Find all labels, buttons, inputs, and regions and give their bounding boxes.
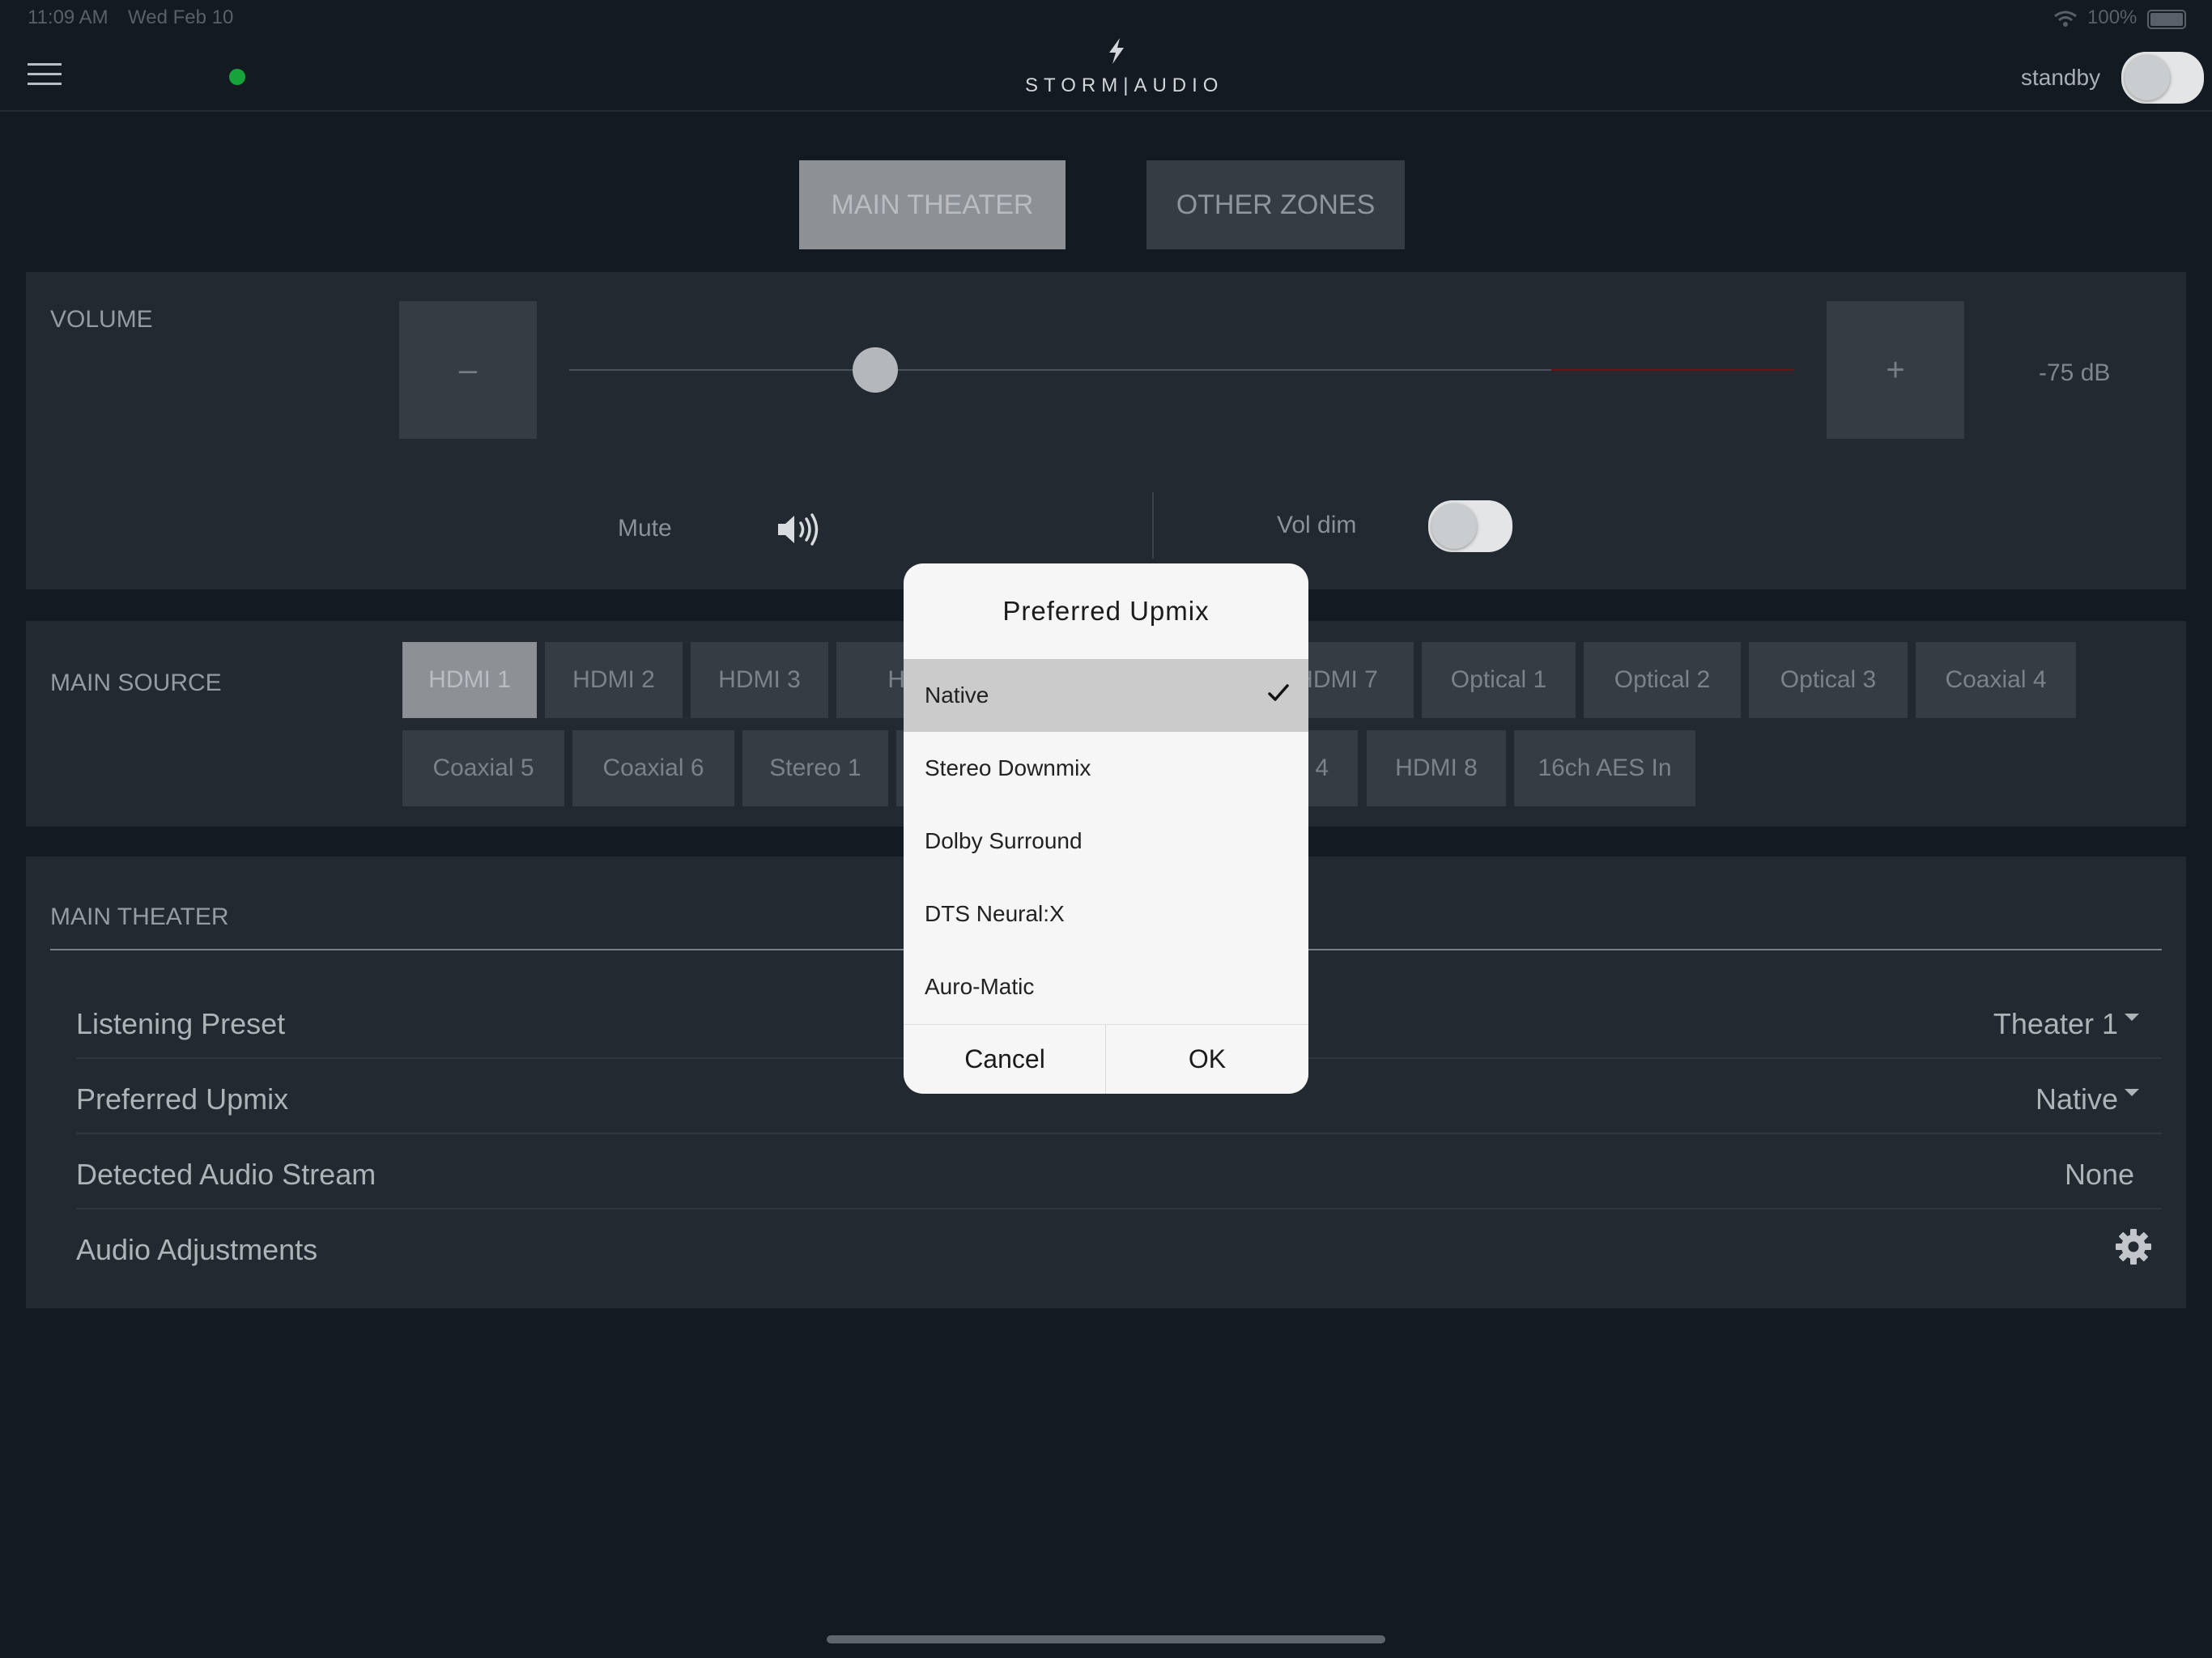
standby-toggle[interactable] bbox=[2121, 52, 2204, 104]
hamburger-icon[interactable] bbox=[28, 63, 62, 86]
caret-down-icon[interactable] bbox=[2125, 1014, 2139, 1021]
option-label: Stereo Downmix bbox=[925, 755, 1091, 780]
preferred-upmix-dialog: Preferred Upmix Native Stereo Downmix Do… bbox=[904, 563, 1308, 1094]
mute-label: Mute bbox=[618, 515, 672, 542]
source-optical-3[interactable]: Optical 3 bbox=[1749, 642, 1908, 718]
row-divider bbox=[76, 1133, 2162, 1134]
row-divider bbox=[76, 1208, 2162, 1209]
source-optical-1[interactable]: Optical 1 bbox=[1422, 642, 1576, 718]
audio-adjustments-label: Audio Adjustments bbox=[76, 1233, 318, 1266]
preferred-upmix-label: Preferred Upmix bbox=[76, 1082, 289, 1116]
option-label: Auro-Matic bbox=[925, 974, 1035, 999]
source-coaxial-4[interactable]: Coaxial 4 bbox=[1916, 642, 2076, 718]
source-stereo-1[interactable]: Stereo 1 bbox=[742, 730, 888, 806]
volume-up-button[interactable]: + bbox=[1827, 301, 1964, 439]
vol-dim-toggle[interactable] bbox=[1428, 500, 1512, 552]
source-coaxial-5[interactable]: Coaxial 5 bbox=[402, 730, 564, 806]
listening-preset-label: Listening Preset bbox=[76, 1007, 286, 1040]
source-optical-2[interactable]: Optical 2 bbox=[1584, 642, 1741, 718]
source-hdmi-1[interactable]: HDMI 1 bbox=[402, 642, 537, 718]
option-label: DTS Neural:X bbox=[925, 901, 1065, 926]
tab-other-zones[interactable]: OTHER ZONES bbox=[1146, 160, 1405, 249]
lightning-bolt-icon bbox=[1109, 38, 1124, 64]
detected-audio-stream-label: Detected Audio Stream bbox=[76, 1158, 376, 1191]
volume-limit-zone bbox=[1551, 369, 1794, 371]
option-label: Dolby Surround bbox=[925, 828, 1083, 853]
dialog-title: Preferred Upmix bbox=[1002, 596, 1210, 626]
detected-audio-stream-value: None bbox=[2064, 1158, 2134, 1191]
main-theater-label: MAIN THEATER bbox=[50, 903, 229, 930]
volume-slider-track[interactable] bbox=[569, 369, 1551, 371]
standby-label: standby bbox=[2021, 65, 2101, 90]
brand-logo: STORM|AUDIO bbox=[1025, 74, 1224, 96]
option-dolby-surround[interactable]: Dolby Surround bbox=[904, 805, 1308, 878]
volume-label: VOLUME bbox=[50, 306, 153, 333]
status-dot-icon bbox=[229, 69, 245, 85]
tab-main-theater[interactable]: MAIN THEATER bbox=[799, 160, 1066, 249]
option-auro-matic[interactable]: Auro-Matic bbox=[904, 950, 1308, 1023]
volume-down-button[interactable]: – bbox=[399, 301, 537, 439]
caret-down-icon[interactable] bbox=[2125, 1089, 2139, 1096]
volume-db-readout: -75 dB bbox=[2039, 359, 2111, 386]
preferred-upmix-value[interactable]: Native bbox=[1862, 1082, 2118, 1116]
gear-icon[interactable] bbox=[2115, 1228, 2152, 1265]
option-dts-neural-x[interactable]: DTS Neural:X bbox=[904, 878, 1308, 950]
option-label: Native bbox=[925, 682, 989, 708]
home-indicator[interactable] bbox=[827, 1635, 1385, 1643]
vol-dim-label: Vol dim bbox=[1277, 512, 1357, 538]
option-stereo-downmix[interactable]: Stereo Downmix bbox=[904, 732, 1308, 805]
listening-preset-value[interactable]: Theater 1 bbox=[1862, 1007, 2118, 1041]
source-hdmi-3[interactable]: HDMI 3 bbox=[691, 642, 828, 718]
source-hdmi-2[interactable]: HDMI 2 bbox=[545, 642, 683, 718]
volume-divider bbox=[1152, 492, 1154, 559]
source-hdmi-8[interactable]: HDMI 8 bbox=[1367, 730, 1506, 806]
cancel-button[interactable]: Cancel bbox=[904, 1025, 1106, 1094]
source-coaxial-6[interactable]: Coaxial 6 bbox=[572, 730, 734, 806]
checkmark-icon bbox=[1268, 684, 1289, 701]
speaker-icon[interactable] bbox=[776, 512, 821, 547]
volume-slider-thumb[interactable] bbox=[853, 347, 899, 393]
source-16ch-aes-in[interactable]: 16ch AES In bbox=[1514, 730, 1695, 806]
option-native[interactable]: Native bbox=[904, 659, 1308, 732]
main-source-label: MAIN SOURCE bbox=[50, 670, 222, 696]
ok-button[interactable]: OK bbox=[1106, 1025, 1308, 1094]
